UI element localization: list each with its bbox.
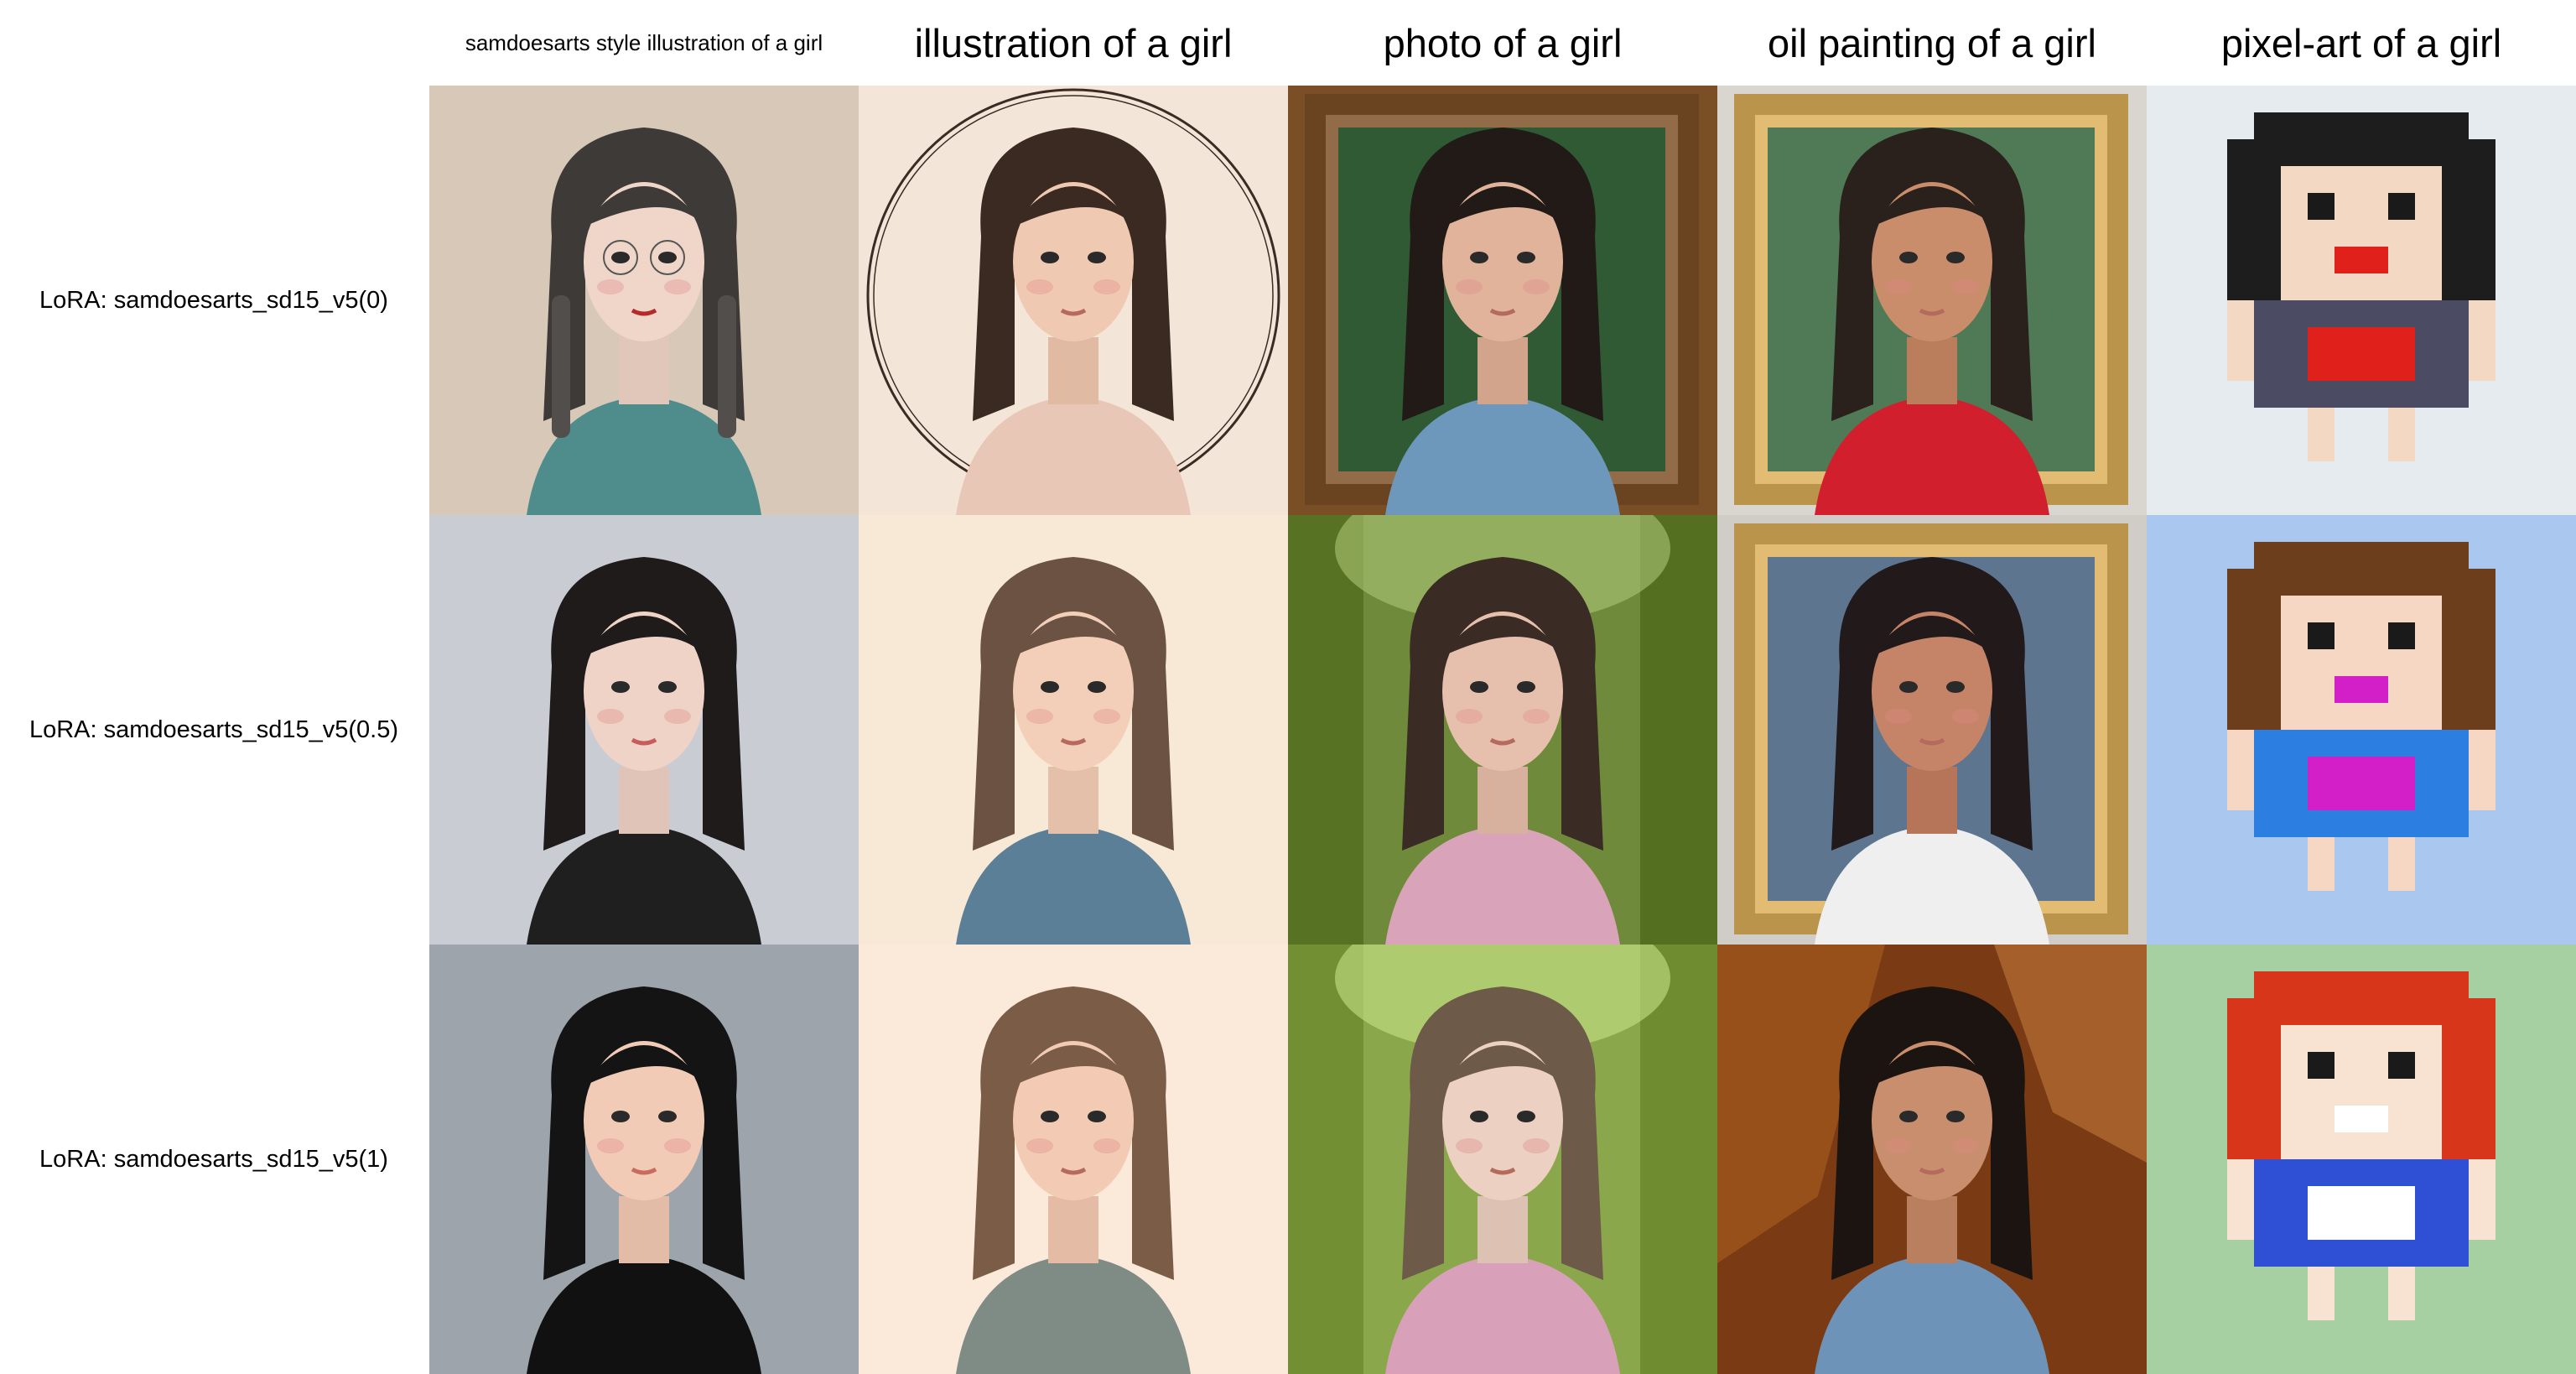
column-header: oil painting of a girl [1768, 20, 2096, 65]
generated-image-photo-forest [1288, 945, 1717, 1374]
portrait-image [1717, 86, 2147, 515]
row-label: LoRA: samdoesarts_sd15_v5(1) [39, 1145, 388, 1173]
column-header: samdoesarts style illustration of a girl [465, 29, 823, 55]
generated-image-photo-forest [1288, 515, 1717, 945]
generated-image-photo-frame [1288, 86, 1717, 515]
generated-image-sketch-frame [859, 86, 1288, 515]
portrait-image [2147, 945, 2576, 1374]
generated-image-painting-frame [1717, 86, 2147, 515]
portrait-image [1717, 945, 2147, 1374]
generated-image-flat-illustration [429, 945, 859, 1374]
portrait-image [2147, 86, 2576, 515]
column-header: pixel-art of a girl [2220, 20, 2502, 65]
generated-image-painting-frame [1717, 515, 2147, 945]
generated-image-pixel [2147, 515, 2576, 945]
portrait-image [429, 945, 859, 1374]
generated-image-sketch [859, 515, 1288, 945]
generated-image-painting [1717, 945, 2147, 1374]
portrait-image [1288, 515, 1717, 945]
column-header: photo of a girl [1383, 20, 1623, 65]
portrait-image [2147, 515, 2576, 945]
portrait-image [429, 86, 859, 515]
generated-image-flat-illustration [429, 86, 859, 515]
portrait-image [429, 515, 859, 945]
portrait-image [859, 515, 1288, 945]
portrait-image [859, 945, 1288, 1374]
row-label: LoRA: samdoesarts_sd15_v5(0.5) [29, 716, 399, 743]
row-label: LoRA: samdoesarts_sd15_v5(0) [39, 286, 388, 314]
generated-image-flat-illustration [429, 515, 859, 945]
generated-image-pixel [2147, 945, 2576, 1374]
portrait-image [1288, 86, 1717, 515]
portrait-image [1288, 945, 1717, 1374]
generated-image-sketch [859, 945, 1288, 1374]
portrait-image [1717, 515, 2147, 945]
generated-image-pixel [2147, 86, 2576, 515]
column-header: illustration of a girl [914, 20, 1233, 65]
portrait-image [859, 86, 1288, 515]
